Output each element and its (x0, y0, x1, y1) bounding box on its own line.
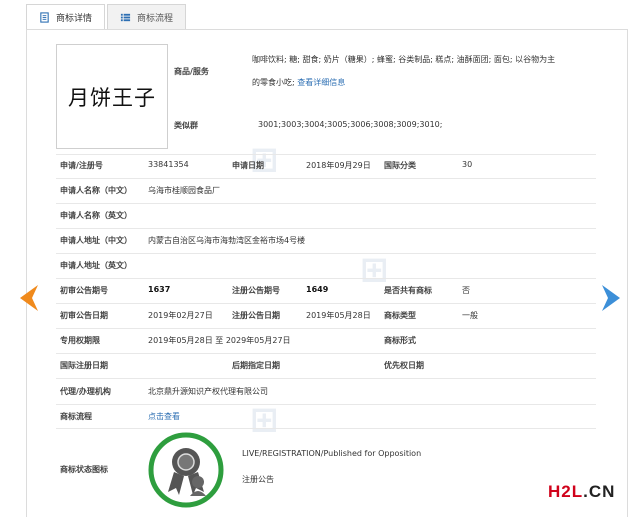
trademark-image: 月饼王子 (56, 44, 168, 149)
watermark-text-main: H2L (548, 482, 584, 501)
trademark-image-text: 月饼王子 (68, 85, 156, 110)
row-divider (56, 428, 596, 429)
prelim-date-value: 2019年02月27日 (148, 311, 213, 320)
exclusive-to-word: 至 (215, 336, 224, 345)
row-divider (56, 178, 596, 179)
tab-label: 商标详情 (56, 14, 93, 24)
agent-value: 北京鼎升源知识产权代理有限公司 (148, 387, 268, 396)
exclusive-period: 2019年05月28日 至 2029年05月27日 (148, 335, 291, 346)
address-cn-label: 申请人地址（中文） (60, 236, 132, 245)
similar-group-label: 类似群 (174, 121, 198, 130)
applicant-en-label: 申请人名称（英文） (60, 211, 132, 220)
prelim-no-value: 1637 (148, 285, 171, 294)
goods-text-line2-row: 的零食小吃; 查看详细信息 (252, 77, 345, 88)
prelim-no-label: 初审公告期号 (60, 286, 108, 295)
tab-trademark-process[interactable]: 商标流程 (107, 4, 187, 29)
row-divider (56, 278, 596, 279)
priority-date-label: 优先权日期 (384, 361, 424, 370)
document-icon (40, 12, 49, 23)
status-icon-label: 商标状态图标 (60, 465, 108, 474)
apply-date-value: 2018年09月29日 (306, 161, 371, 170)
later-date-label: 后期指定日期 (232, 361, 280, 370)
applicant-cn-label: 申请人名称（中文） (60, 186, 132, 195)
reg-pub-date-label: 注册公告日期 (232, 311, 280, 320)
tab-bar: 商标详情 商标流程 (26, 4, 188, 30)
reg-no-value: 33841354 (148, 160, 189, 169)
row-divider (56, 203, 596, 204)
list-icon (120, 13, 131, 21)
mark-type-value: 一般 (462, 311, 478, 320)
row-divider (56, 404, 596, 405)
watermark-text-suffix: .CN (583, 482, 616, 501)
intl-class-value: 30 (462, 160, 473, 169)
previous-arrow-icon[interactable] (16, 283, 40, 313)
registered-status-badge-icon (148, 432, 224, 508)
goods-text-line2: 的零食小吃; (252, 78, 295, 87)
address-cn-value: 内蒙古自治区乌海市海勃湾区金裕市场4号楼 (148, 236, 306, 245)
apply-date-label: 申请日期 (232, 161, 264, 170)
row-divider (56, 228, 596, 229)
row-divider (56, 303, 596, 304)
shared-value: 否 (462, 286, 470, 295)
row-divider (56, 154, 596, 155)
agent-label: 代理/办理机构 (60, 387, 111, 396)
row-divider (56, 253, 596, 254)
exclusive-to: 2029年05月27日 (225, 336, 291, 345)
exclusive-label: 专用权期限 (60, 336, 100, 345)
process-label: 商标流程 (60, 412, 92, 421)
goods-text-line1: 咖啡饮料; 糖; 甜食; 奶片（糖果）; 蜂蜜; 谷类制品; 糕点; 油酥面团;… (252, 55, 556, 64)
shared-label: 是否共有商标 (384, 286, 432, 295)
goods-label: 商品/服务 (174, 67, 209, 76)
next-arrow-icon[interactable] (600, 283, 624, 313)
applicant-cn-value: 乌海市桂顺园食品厂 (148, 186, 220, 195)
row-divider (56, 328, 596, 329)
similar-group-value: 3001;3003;3004;3005;3006;3008;3009;3010; (258, 120, 443, 129)
mark-type-label: 商标类型 (384, 311, 416, 320)
tab-trademark-detail[interactable]: 商标详情 (26, 4, 106, 30)
reg-pub-date-value: 2019年05月28日 (306, 311, 371, 320)
process-view-link[interactable]: 点击查看 (148, 411, 180, 422)
row-divider (56, 353, 596, 354)
reg-pub-no-label: 注册公告期号 (232, 286, 280, 295)
reg-no-label: 申请/注册号 (60, 161, 103, 170)
site-watermark: H2L.CN (548, 482, 615, 502)
address-en-label: 申请人地址（英文） (60, 261, 132, 270)
status-cn: 注册公告 (242, 475, 274, 484)
intl-class-label: 国际分类 (384, 161, 416, 170)
mark-form-label: 商标形式 (384, 336, 416, 345)
reg-pub-no-value: 1649 (306, 285, 329, 294)
row-divider (56, 378, 596, 379)
prelim-date-label: 初审公告日期 (60, 311, 108, 320)
exclusive-from: 2019年05月28日 (148, 336, 213, 345)
intl-reg-date-label: 国际注册日期 (60, 361, 108, 370)
status-en: LIVE/REGISTRATION/Published for Oppositi… (242, 449, 422, 458)
tab-label: 商标流程 (137, 13, 174, 24)
view-details-link[interactable]: 查看详细信息 (297, 78, 345, 87)
